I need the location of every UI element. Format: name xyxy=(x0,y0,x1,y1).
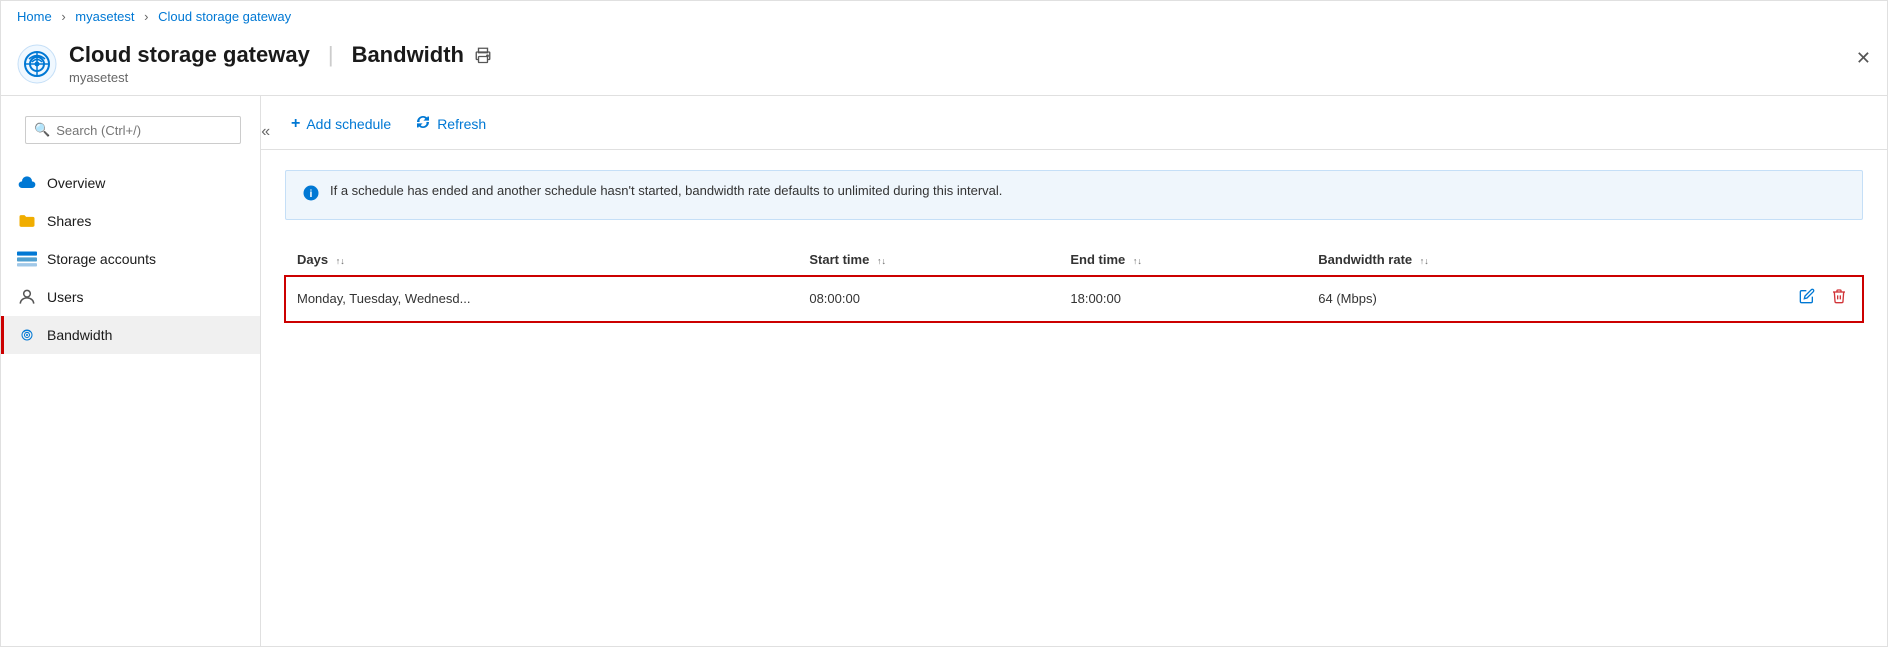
content-body: i If a schedule has ended and another sc… xyxy=(261,150,1887,342)
plus-icon: + xyxy=(291,115,300,133)
bandwidth-table: Days ↑↓ Start time ↑↓ End time ↑↓ xyxy=(285,244,1863,322)
add-schedule-button[interactable]: + Add schedule xyxy=(281,109,401,139)
row-actions xyxy=(1655,276,1863,322)
sort-bandwidth-icon[interactable]: ↑↓ xyxy=(1420,256,1429,266)
sidebar-item-overview[interactable]: Overview xyxy=(1,164,260,202)
table-row: Monday, Tuesday, Wednesd...08:00:0018:00… xyxy=(285,276,1863,322)
cell-start-time: 08:00:00 xyxy=(797,276,1058,322)
search-input[interactable] xyxy=(56,123,232,138)
folder-icon xyxy=(17,211,37,231)
refresh-label: Refresh xyxy=(437,116,486,132)
search-box: 🔍 xyxy=(25,116,241,144)
content-area: + Add schedule Refresh xyxy=(261,96,1887,646)
sidebar-label-users: Users xyxy=(47,289,84,305)
info-banner: i If a schedule has ended and another sc… xyxy=(285,170,1863,220)
edit-button[interactable] xyxy=(1795,286,1819,311)
info-message: If a schedule has ended and another sche… xyxy=(330,183,1002,198)
col-bandwidth-rate[interactable]: Bandwidth rate ↑↓ xyxy=(1306,244,1655,276)
cell-end-time: 18:00:00 xyxy=(1058,276,1306,322)
info-icon: i xyxy=(302,184,320,207)
col-start-time[interactable]: Start time ↑↓ xyxy=(797,244,1058,276)
sidebar-item-shares[interactable]: Shares xyxy=(1,202,260,240)
bandwidth-icon xyxy=(17,325,37,345)
sidebar-label-storage-accounts: Storage accounts xyxy=(47,251,156,267)
sort-start-icon[interactable]: ↑↓ xyxy=(877,256,886,266)
cell-days: Monday, Tuesday, Wednesd... xyxy=(285,276,797,322)
breadcrumb: Home › myasetest › Cloud storage gateway xyxy=(1,1,1887,32)
sidebar-label-overview: Overview xyxy=(47,175,105,191)
svg-text:i: i xyxy=(310,188,313,200)
close-button[interactable]: ✕ xyxy=(1856,48,1871,69)
header-subtitle: myasetest xyxy=(69,70,1871,85)
sidebar-label-bandwidth: Bandwidth xyxy=(47,327,112,343)
sidebar-item-storage-accounts[interactable]: Storage accounts xyxy=(1,240,260,278)
storage-icon xyxy=(17,249,37,269)
main-title: Cloud storage gateway | Bandwidth xyxy=(69,42,1871,68)
col-end-time[interactable]: End time ↑↓ xyxy=(1058,244,1306,276)
breadcrumb-home[interactable]: Home xyxy=(17,9,52,24)
cloud-icon xyxy=(17,173,37,193)
col-days[interactable]: Days ↑↓ xyxy=(285,244,797,276)
toolbar: + Add schedule Refresh xyxy=(261,96,1887,150)
service-icon xyxy=(17,44,57,84)
sort-end-icon[interactable]: ↑↓ xyxy=(1133,256,1142,266)
user-icon xyxy=(17,287,37,307)
sidebar: 🔍 « Overview Shares xyxy=(1,96,261,646)
service-name: Cloud storage gateway xyxy=(69,42,310,68)
delete-button[interactable] xyxy=(1827,286,1851,311)
cell-bandwidth-rate: 64 (Mbps) xyxy=(1306,276,1655,322)
breadcrumb-current: Cloud storage gateway xyxy=(158,9,291,24)
page-header: Cloud storage gateway | Bandwidth myaset… xyxy=(1,32,1887,96)
col-actions xyxy=(1655,244,1863,276)
add-schedule-label: Add schedule xyxy=(306,116,391,132)
page-name: Bandwidth xyxy=(352,42,464,68)
sidebar-item-bandwidth[interactable]: Bandwidth xyxy=(1,316,260,354)
sort-days-icon[interactable]: ↑↓ xyxy=(336,256,345,266)
sidebar-item-users[interactable]: Users xyxy=(1,278,260,316)
search-icon: 🔍 xyxy=(34,122,50,138)
sidebar-label-shares: Shares xyxy=(47,213,91,229)
breadcrumb-resource[interactable]: myasetest xyxy=(75,9,134,24)
refresh-button[interactable]: Refresh xyxy=(405,108,496,139)
refresh-icon xyxy=(415,114,431,133)
print-button[interactable] xyxy=(474,46,492,64)
header-titles: Cloud storage gateway | Bandwidth myaset… xyxy=(69,42,1871,85)
